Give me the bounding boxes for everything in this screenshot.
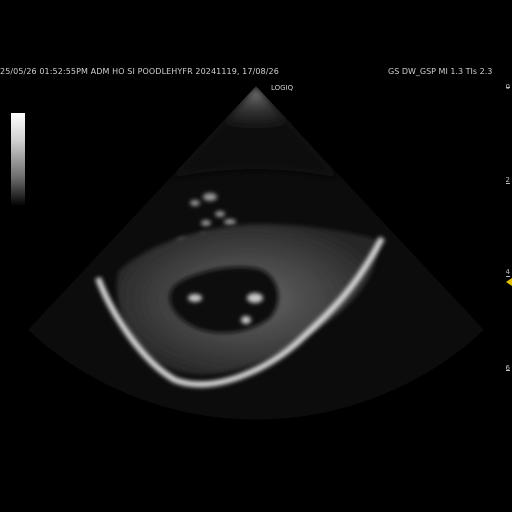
acoustic-output-header: GS DW_GSP MI 1.3 TIs 2.3 [388,67,493,76]
depth-label-0: 0 [505,83,510,91]
logiq-logo: LOGIQ [271,84,294,92]
ultrasound-sector [28,86,484,420]
ultrasound-image [28,86,510,420]
focus-marker [506,278,512,286]
grayscale-bar [11,113,25,206]
depth-label-4: 4 [505,268,510,276]
depth-label-6: 6 [505,364,510,372]
depth-label-2: 2 [505,176,510,184]
patient-header: 25/05/26 01:52:55PM ADM HO SI POODLEHYFR… [0,67,279,76]
